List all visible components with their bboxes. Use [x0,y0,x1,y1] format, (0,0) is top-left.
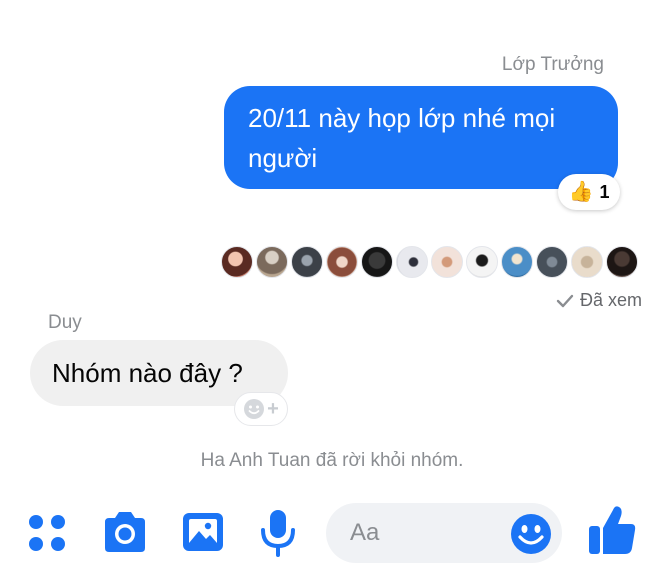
reaction-badge[interactable]: 👍 1 [558,174,620,210]
outgoing-sender-name: Lớp Trưởng [501,54,604,75]
seen-avatar [536,246,568,278]
seen-avatar [431,246,463,278]
outgoing-message-bubble[interactable]: 20/11 này họp lớp nhé mọi người [224,86,618,189]
seen-avatar [501,246,533,278]
seen-avatar [571,246,603,278]
incoming-sender-name: Duy [48,312,82,333]
seen-avatar [326,246,358,278]
checkmark-icon [556,294,574,307]
plus-icon: + [267,397,279,420]
seen-avatar [361,246,393,278]
seen-avatar [466,246,498,278]
message-input[interactable] [350,503,510,563]
seen-avatar [606,246,638,278]
seen-avatar [396,246,428,278]
camera-icon[interactable] [101,510,149,554]
system-message: Ha Anh Tuan đã rời khỏi nhóm. [200,450,464,471]
smiley-reaction-icon [244,399,265,419]
message-composer[interactable] [326,503,562,563]
menu-dots-icon[interactable] [26,512,68,554]
microphone-icon[interactable] [258,508,298,558]
like-thumb-icon[interactable] [587,504,637,556]
seen-avatar [256,246,288,278]
seen-by-avatars[interactable] [221,246,638,278]
add-reaction-button[interactable]: + [234,392,288,426]
reaction-count: 1 [599,181,610,202]
seen-status: Đã xem [556,290,642,311]
gallery-icon[interactable] [180,510,226,554]
seen-avatar [221,246,253,278]
emoji-icon[interactable] [510,513,552,555]
seen-avatar [291,246,323,278]
outgoing-message-text: 20/11 này họp lớp nhé mọi người [248,103,556,173]
thumbs-up-reaction-icon: 👍 [568,181,594,203]
incoming-message-text: Nhóm nào đây ? [52,358,243,388]
seen-status-label: Đã xem [579,290,642,310]
